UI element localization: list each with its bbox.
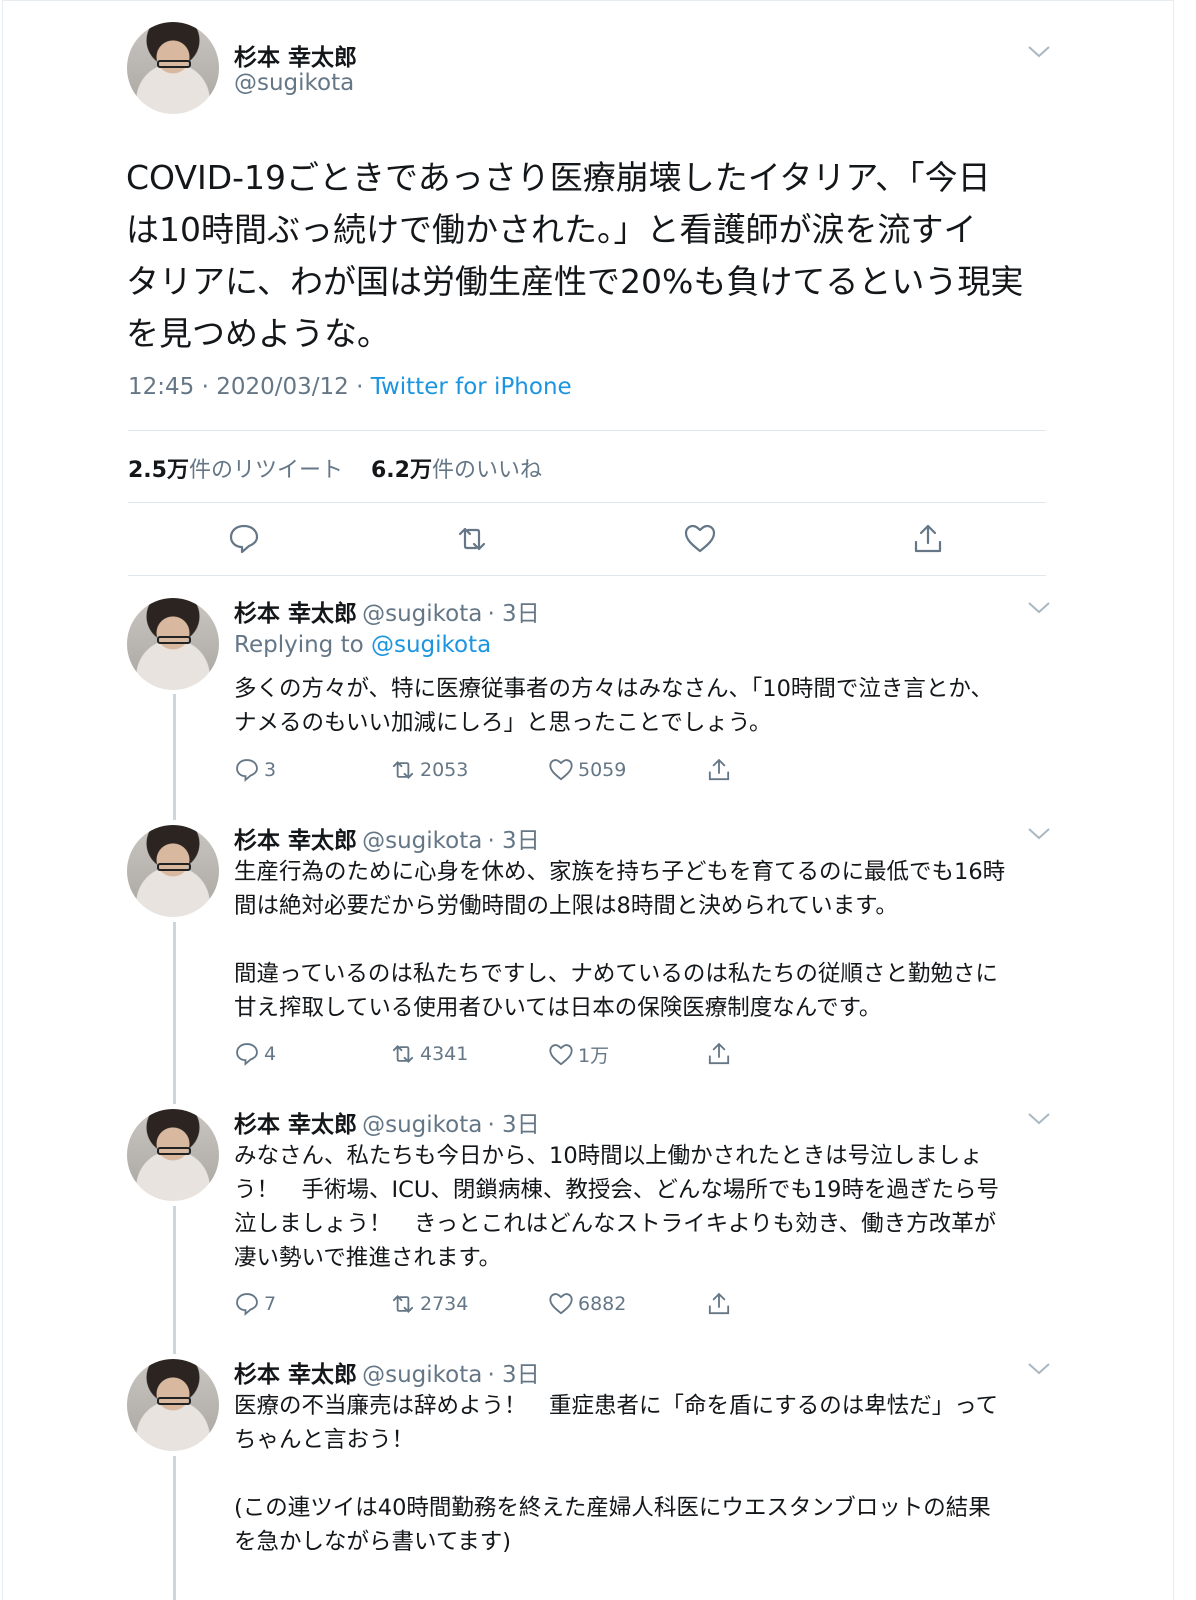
reply-icon: [236, 1293, 258, 1316]
tweet-meta: 12:45 · 2020/03/12 · Twitter for iPhone: [128, 374, 572, 400]
reply-text: 多くの方々が、特に医療従事者の方々はみなさん、「10時間で泣き言とか、 ナメるの…: [234, 672, 1049, 740]
retweet-icon: [392, 761, 414, 779]
replying-to-handle-link[interactable]: @sugikota: [371, 632, 491, 658]
reply-line: う！ 手術場、ICU、閉鎖病棟、教授会、どんな場所でも19時を過ぎたら号: [234, 1177, 999, 1203]
reply-line: 多くの方々が、特に医療従事者の方々はみなさん、「10時間で泣き言とか、: [234, 676, 993, 702]
reply-line: (この連ツイは40時間勤務を終えた産婦人科医にウエスタンブロットの結果: [234, 1495, 991, 1521]
main-tweet-line: COVID-19ごときであっさり医療崩壊したイタリア、「今日: [126, 158, 991, 197]
reply-header: 杉本 幸太郎 @sugikota · 3日: [234, 1105, 540, 1139]
chevron-down-icon[interactable]: [1026, 44, 1052, 60]
reply-header: 杉本 幸太郎 @sugikota · 3日: [234, 1355, 540, 1389]
share-button[interactable]: [706, 1291, 736, 1317]
like-heart-icon: [549, 1043, 573, 1065]
reply-line: 間違っているのは私たちですし、ナめているのは私たちの従順さと勤勉さに: [234, 961, 998, 987]
tweet-source-link[interactable]: Twitter for iPhone: [371, 374, 572, 400]
main-tweet-line: は10時間ぶっ続けで働かされた。」と看護師が涙を流すイ: [126, 210, 977, 249]
reply-avatar[interactable]: [127, 1359, 219, 1451]
reply-time[interactable]: · 3日: [487, 1112, 539, 1138]
reply-avatar[interactable]: [127, 1109, 219, 1201]
reply-author-name[interactable]: 杉本 幸太郎: [234, 828, 357, 854]
reply-author-handle[interactable]: @sugikota: [362, 828, 482, 854]
like-heart-icon[interactable]: [683, 522, 717, 556]
reply-time[interactable]: · 3日: [487, 601, 539, 627]
main-tweet-text: COVID-19ごときであっさり医療崩壊したイタリア、「今日 は10時間ぶっ続け…: [126, 152, 1066, 360]
reply-header: 杉本 幸太郎 @sugikota · 3日: [234, 594, 540, 628]
main-tweet-line: タリアに、わが国は労働生産性で20%も負けてるという現実: [126, 262, 1024, 301]
reply-author-name[interactable]: 杉本 幸太郎: [234, 601, 357, 627]
retweet-count-button[interactable]: 4341: [390, 1041, 468, 1067]
reply-count-button[interactable]: 7: [234, 1291, 276, 1317]
reply-time[interactable]: · 3日: [487, 1362, 539, 1388]
reply-count-button[interactable]: 4: [234, 1041, 276, 1067]
retweet-count[interactable]: 2.5万件のリツイート: [128, 458, 343, 483]
chevron-down-icon[interactable]: [1026, 826, 1052, 842]
reply-author-name[interactable]: 杉本 幸太郎: [234, 1362, 357, 1388]
retweet-count-button[interactable]: 2053: [390, 757, 468, 783]
reply-count-button[interactable]: 3: [234, 757, 276, 783]
share-icon: [708, 1292, 730, 1315]
reply-time[interactable]: · 3日: [487, 828, 539, 854]
replying-to: Replying to @sugikota: [234, 632, 492, 658]
chevron-down-icon[interactable]: [1026, 1361, 1052, 1377]
reply-line: ちゃんと言おう！: [234, 1427, 415, 1453]
share-icon[interactable]: [911, 522, 945, 556]
retweet-count-button[interactable]: 2734: [390, 1291, 468, 1317]
share-icon: [708, 1042, 730, 1065]
reply-icon: [236, 759, 258, 782]
tweet-timestamp[interactable]: 12:45 · 2020/03/12 ·: [128, 374, 371, 400]
reply-line: 間は絶対必要だから労働時間の上限は8時間と決められています。: [234, 893, 898, 919]
share-icon: [708, 758, 730, 781]
reply-avatar[interactable]: [127, 598, 219, 690]
reply-line: 凄い勢いで推進されます。: [234, 1245, 502, 1271]
reply-text: 医療の不当廉売は辞めよう！ 重症患者に「命を盾にするのは卑怯だ」って ちゃんと言…: [234, 1389, 1049, 1559]
share-button[interactable]: [706, 1041, 736, 1067]
reply-author-handle[interactable]: @sugikota: [362, 1112, 482, 1138]
like-count[interactable]: 6.2万件のいいね: [371, 458, 542, 483]
reply-text: みなさん、私たちも今日から、10時間以上働かされたときは号泣しましょ う！ 手術…: [234, 1139, 1049, 1275]
chevron-down-icon[interactable]: [1026, 600, 1052, 616]
retweet-icon[interactable]: [455, 522, 489, 556]
reply-line: [234, 1457, 1049, 1491]
reply-line: 泣しましょう！ きっとこれはどんなストライキよりも効き、働き方改革が: [234, 1211, 997, 1237]
thread-connector: [173, 1456, 176, 1600]
like-count-button[interactable]: 5059: [548, 757, 626, 783]
reply-icon[interactable]: [227, 522, 261, 556]
author-name[interactable]: 杉本 幸太郎: [234, 38, 357, 72]
thread-connector: [173, 922, 176, 1104]
reply-author-handle[interactable]: @sugikota: [362, 1362, 482, 1388]
share-button[interactable]: [706, 757, 736, 783]
divider: [128, 502, 1046, 503]
reply-icon: [236, 1043, 258, 1066]
reply-line: 甘え搾取している使用者ひいては日本の保険医療制度なんです。: [234, 995, 882, 1021]
reply-line: ナメるのもいい加減にしろ」と思ったことでしょう。: [234, 710, 772, 736]
author-handle[interactable]: @sugikota: [234, 70, 354, 96]
like-count-button[interactable]: 1万: [548, 1041, 609, 1068]
reply-author-handle[interactable]: @sugikota: [362, 601, 482, 627]
thread-connector: [173, 1206, 176, 1354]
reply-header: 杉本 幸太郎 @sugikota · 3日: [234, 821, 540, 855]
like-count-button[interactable]: 6882: [548, 1291, 626, 1317]
reply-avatar[interactable]: [127, 825, 219, 917]
reply-line: [234, 923, 1049, 957]
reply-text: 生産行為のために心身を休め、家族を持ち子どもを育てるのに最低でも16時 間は絶対…: [234, 855, 1049, 1025]
main-tweet-line: を見つめような。: [126, 314, 390, 353]
thread-connector: [173, 694, 176, 820]
divider: [128, 430, 1046, 431]
reply-line: を急かしながら書いてます): [234, 1529, 511, 1555]
reply-line: 医療の不当廉売は辞めよう！ 重症患者に「命を盾にするのは卑怯だ」って: [234, 1393, 999, 1419]
reply-author-name[interactable]: 杉本 幸太郎: [234, 1112, 357, 1138]
retweet-icon: [392, 1045, 414, 1063]
reply-line: 生産行為のために心身を休め、家族を持ち子どもを育てるのに最低でも16時: [234, 859, 1006, 885]
divider: [128, 575, 1046, 576]
like-heart-icon: [549, 759, 573, 781]
chevron-down-icon[interactable]: [1026, 1111, 1052, 1127]
like-heart-icon: [549, 1293, 573, 1315]
reply-line: みなさん、私たちも今日から、10時間以上働かされたときは号泣しましょ: [234, 1143, 983, 1169]
author-avatar[interactable]: [127, 22, 219, 114]
retweet-icon: [392, 1295, 414, 1313]
engagement-stats: 2.5万件のリツイート 6.2万件のいいね: [128, 452, 542, 484]
